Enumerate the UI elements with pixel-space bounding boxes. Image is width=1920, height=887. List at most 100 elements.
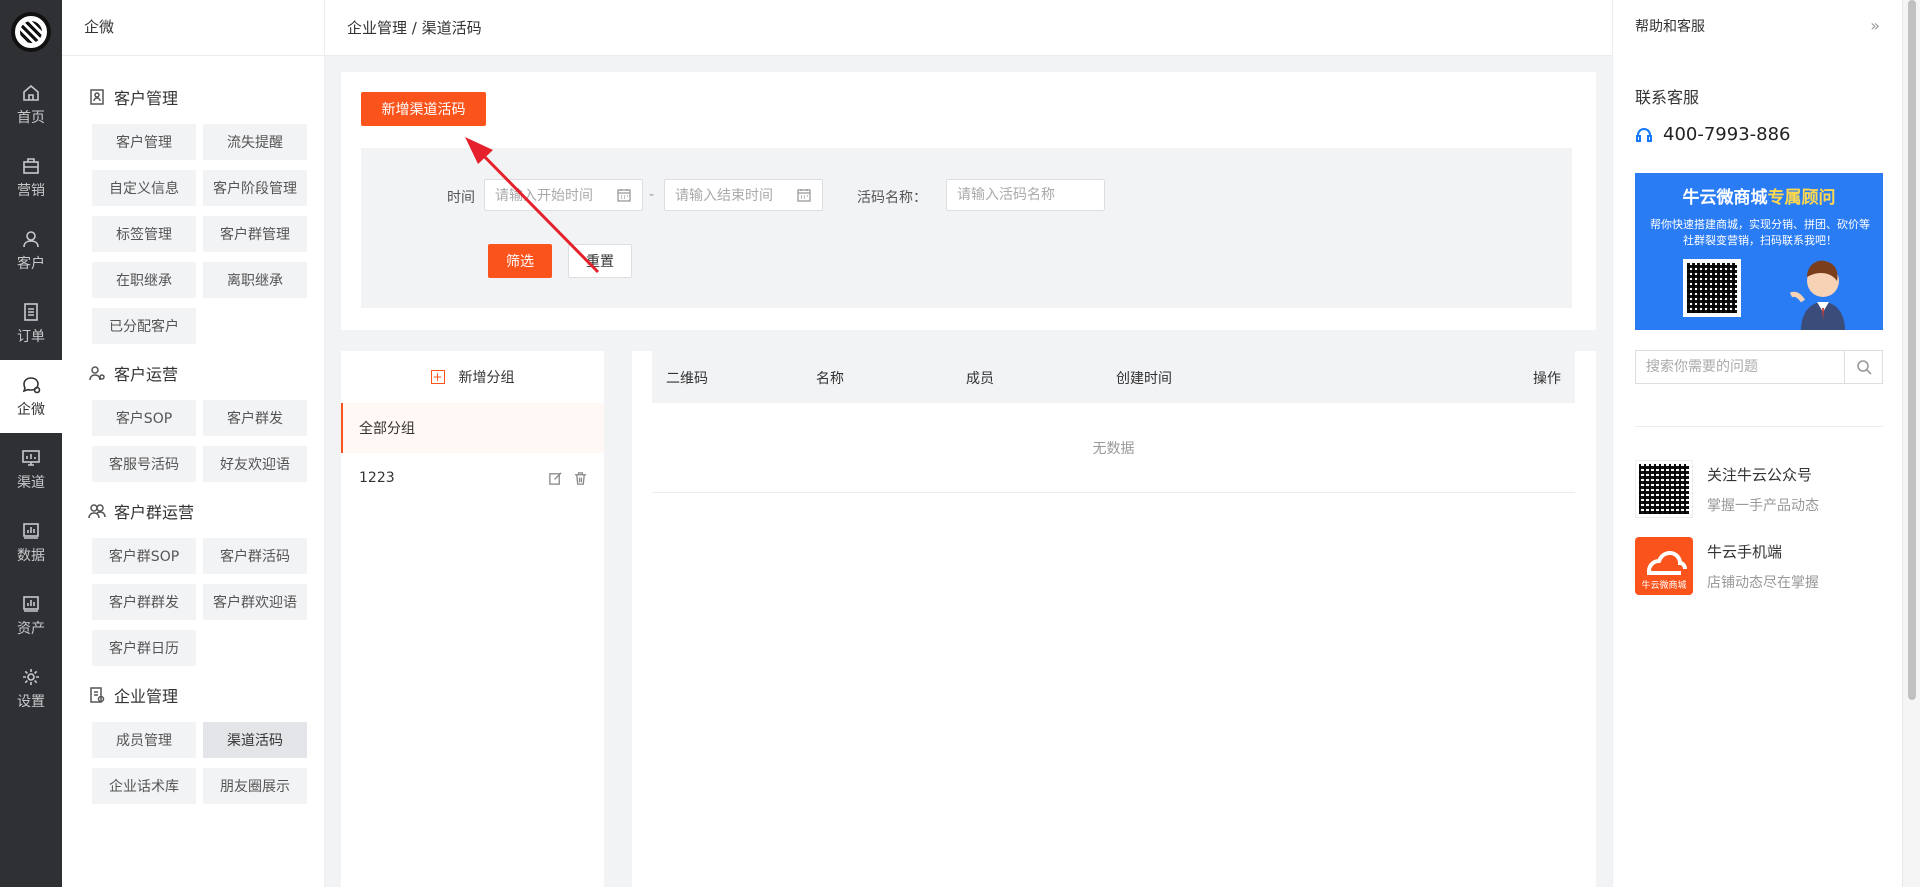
group-item-all[interactable]: 全部分组 [341,403,604,453]
menu-item-customer-management[interactable]: 客户管理 [92,124,196,160]
table-header: 二维码 名称 成员 创建时间 操作 [652,351,1575,403]
menu-item-customer-stage[interactable]: 客户阶段管理 [203,170,307,206]
plus-square-icon: + [430,370,445,384]
rail-item-home[interactable]: 首页 [0,68,62,141]
user-gear-icon [89,366,105,381]
edit-icon[interactable] [548,471,563,486]
secondary-sidebar: 企微 客户管理 客户管理 流失提醒 自定义信息 客户阶段管理 标签管理 客户群管… [62,0,325,887]
promo-subtitle: 店铺动态尽在掌握 [1707,575,1819,591]
banner-title-brand: 牛云微商城 [1682,188,1768,208]
help-title: 帮助和客服 [1635,19,1705,35]
column-header-created-time: 创建时间 [1116,371,1172,387]
menu-group-group-operation: 客户群运营 客户群SOP 客户群活码 客户群群发 客户群欢迎语 客户群日历 [62,496,324,666]
collapse-panel-icon[interactable]: » [1870,16,1880,36]
headset-icon [1636,127,1652,142]
consultant-banner[interactable]: 牛云微商城专属顾问 帮你快速搭建商城，实现分销、拼团、砍价等社群裂变营销，扫码联… [1635,173,1883,330]
consultant-qr-code [1683,259,1741,317]
rail-item-label: 资产 [17,620,45,637]
reset-button[interactable]: 重置 [568,244,632,278]
menu-item-customer-broadcast[interactable]: 客户群发 [203,400,307,436]
menu-item-tag-management[interactable]: 标签管理 [92,216,196,252]
time-label: 时间 [447,190,475,206]
briefcase-icon [23,157,39,174]
menu-item-group-welcome[interactable]: 客户群欢迎语 [203,584,307,620]
filter-card: 新增渠道活码 时间 请输入开始时间 - 请输入结束时间 活码名称： 筛选 重置 [341,72,1596,330]
help-search-button[interactable] [1844,351,1882,383]
menu-item-group-calendar[interactable]: 客户群日历 [92,630,196,666]
rail-item-customer[interactable]: 客户 [0,214,62,287]
sidebar-title: 企微 [62,0,324,56]
rail-item-assets[interactable]: 资产 [0,579,62,652]
end-date-input[interactable]: 请输入结束时间 [664,179,823,211]
menu-group-label: 客户管理 [114,89,179,108]
menu-item-member-management[interactable]: 成员管理 [92,722,196,758]
menu-item-group-management[interactable]: 客户群管理 [203,216,307,252]
menu-item-custom-info[interactable]: 自定义信息 [92,170,196,206]
menu-group-title: 客户群运营 [88,496,324,526]
app-logo-text: 牛云微商城 [1641,581,1687,591]
mobile-app-promo[interactable]: 牛云微商城 牛云手机端 店铺动态尽在掌握 [1635,537,1819,595]
menu-item-group-broadcast[interactable]: 客户群群发 [92,584,196,620]
page-scrollbar[interactable] [1902,0,1920,887]
rail-item-data[interactable]: 数据 [0,506,62,579]
column-header-name: 名称 [816,371,844,387]
menu-group-title: 企业管理 [88,680,324,710]
menu-item-service-qrcode[interactable]: 客服号活码 [92,446,196,482]
help-search-input[interactable] [1636,351,1844,383]
menu-item-assigned-customers[interactable]: 已分配客户 [92,308,196,344]
rail-item-settings[interactable]: 设置 [0,652,62,725]
add-group-label: 新增分组 [458,370,515,386]
rail-item-label: 订单 [17,328,45,345]
menu-item-script-library[interactable]: 企业话术库 [92,768,196,804]
rail-item-label: 企微 [17,401,45,418]
menu-item-resign-transfer[interactable]: 离职继承 [203,262,307,298]
user-icon [23,230,39,247]
users-icon [88,504,106,519]
rail-item-marketing[interactable]: 营销 [0,141,62,214]
consultant-avatar-illustration [1789,260,1845,330]
rail-item-label: 客户 [17,255,45,272]
menu-item-customer-sop[interactable]: 客户SOP [92,400,196,436]
help-panel: 帮助和客服 » 联系客服 400-7993-886 牛云微商城专属顾问 帮你快速… [1612,0,1902,887]
calendar-icon [797,189,811,202]
rail-item-channel[interactable]: 渠道 [0,433,62,506]
menu-item-friend-welcome[interactable]: 好友欢迎语 [203,446,307,482]
rail-item-label: 渠道 [17,474,45,491]
gear-icon [23,668,39,685]
rail-item-wecom[interactable]: 企微 [0,360,62,433]
menu-item-onjob-transfer[interactable]: 在职继承 [92,262,196,298]
qrcode-name-input[interactable] [946,179,1105,211]
main-nav-rail: 首页 营销 客户 订单 企微 渠道 数据 资产 设置 [0,0,62,887]
menu-item-channel-qrcode[interactable]: 渠道活码 [203,722,307,758]
menu-item-group-qrcode[interactable]: 客户群活码 [203,538,307,574]
add-group-button[interactable]: + 新增分组 [341,351,604,403]
start-date-input[interactable]: 请输入开始时间 [484,179,643,211]
filter-button[interactable]: 筛选 [488,244,552,278]
group-item-1223[interactable]: 1223 [341,453,604,503]
wechat-official-promo[interactable]: 关注牛云公众号 掌握一手产品动态 [1635,460,1819,518]
column-header-qrcode: 二维码 [666,371,708,387]
brand-logo[interactable] [11,12,51,52]
help-divider [1635,426,1883,427]
rail-item-label: 营销 [17,182,45,199]
bar-chart-icon [23,522,39,539]
add-channel-qrcode-button[interactable]: 新增渠道活码 [361,92,486,126]
trash-icon[interactable] [573,471,588,486]
menu-group-label: 企业管理 [114,687,179,706]
rail-item-order[interactable]: 订单 [0,287,62,360]
banner-title-highlight: 专属顾问 [1767,188,1836,208]
menu-item-group-sop[interactable]: 客户群SOP [92,538,196,574]
list-icon [24,302,38,321]
contact-card-icon [90,89,104,105]
scrollbar-thumb[interactable] [1908,0,1916,700]
main-content: 新增渠道活码 时间 请输入开始时间 - 请输入结束时间 活码名称： 筛选 重置 … [325,56,1612,887]
banner-subtitle: 帮你快速搭建商城，实现分销、拼团、砍价等社群裂变营销，扫码联系我吧！ [1650,218,1870,247]
building-settings-icon [90,687,105,703]
qr-code-icon [1635,460,1693,518]
menu-group-label: 客户运营 [114,365,179,384]
group-panel: + 新增分组 全部分组 1223 [341,351,604,887]
menu-item-churn-alert[interactable]: 流失提醒 [203,124,307,160]
menu-item-moments-display[interactable]: 朋友圈展示 [203,768,307,804]
promo-title: 牛云手机端 [1707,543,1783,561]
menu-group-customer-operation: 客户运营 客户SOP 客户群发 客服号活码 好友欢迎语 [62,358,324,482]
